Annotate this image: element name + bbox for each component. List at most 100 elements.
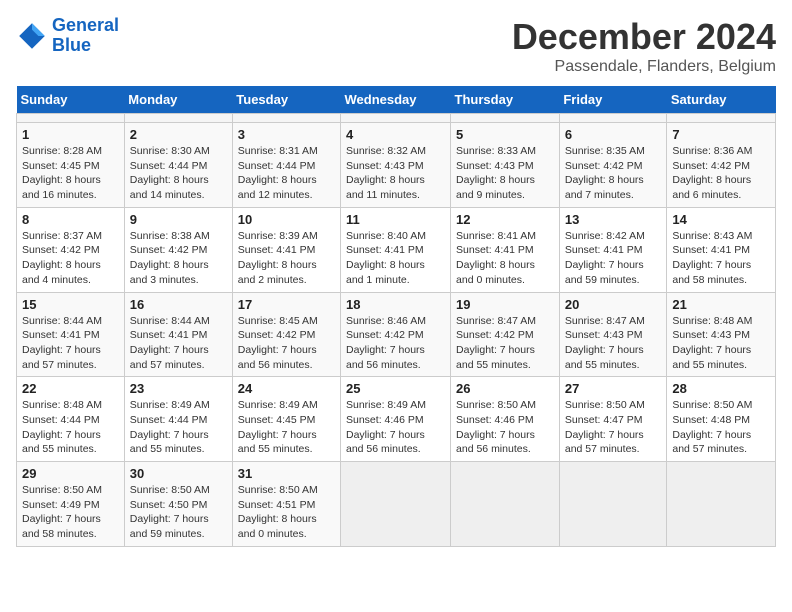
day-number: 29 [22,466,119,481]
calendar-cell: 28 Sunrise: 8:50 AM Sunset: 4:48 PM Dayli… [667,377,776,462]
column-header-monday: Monday [124,86,232,114]
calendar-cell: 31 Sunrise: 8:50 AM Sunset: 4:51 PM Dayli… [232,462,340,547]
day-info: Sunrise: 8:35 AM Sunset: 4:42 PM Dayligh… [565,144,662,203]
day-info: Sunrise: 8:50 AM Sunset: 4:50 PM Dayligh… [130,483,227,542]
column-header-friday: Friday [559,86,667,114]
calendar-cell [451,462,560,547]
calendar-header-row: SundayMondayTuesdayWednesdayThursdayFrid… [17,86,776,114]
calendar-cell: 7 Sunrise: 8:36 AM Sunset: 4:42 PM Daylig… [667,123,776,208]
day-info: Sunrise: 8:50 AM Sunset: 4:48 PM Dayligh… [672,398,770,457]
day-number: 8 [22,212,119,227]
day-number: 31 [238,466,335,481]
column-header-sunday: Sunday [17,86,125,114]
calendar-cell: 19Sunrise: 8:47 AM Sunset: 4:42 PM Dayli… [451,292,560,377]
day-info: Sunrise: 8:49 AM Sunset: 4:44 PM Dayligh… [130,398,227,457]
day-info: Sunrise: 8:49 AM Sunset: 4:46 PM Dayligh… [346,398,445,457]
day-info: Sunrise: 8:33 AM Sunset: 4:43 PM Dayligh… [456,144,554,203]
logo-line2: Blue [52,35,91,55]
calendar-cell: 12Sunrise: 8:41 AM Sunset: 4:41 PM Dayli… [451,207,560,292]
calendar-cell [341,462,451,547]
calendar-cell [17,114,125,123]
day-number: 9 [130,212,227,227]
day-number: 16 [130,297,227,312]
calendar-cell: 27Sunrise: 8:50 AM Sunset: 4:47 PM Dayli… [559,377,667,462]
calendar-cell: 14Sunrise: 8:43 AM Sunset: 4:41 PM Dayli… [667,207,776,292]
day-info: Sunrise: 8:36 AM Sunset: 4:42 PM Dayligh… [672,144,770,203]
day-number: 19 [456,297,554,312]
day-info: Sunrise: 8:44 AM Sunset: 4:41 PM Dayligh… [22,314,119,373]
day-info: Sunrise: 8:39 AM Sunset: 4:41 PM Dayligh… [238,229,335,288]
day-info: Sunrise: 8:49 AM Sunset: 4:45 PM Dayligh… [238,398,335,457]
calendar-cell: 17 Sunrise: 8:45 AM Sunset: 4:42 PM Dayli… [232,292,340,377]
logo-icon [16,20,48,52]
day-number: 11 [346,212,445,227]
calendar-cell [341,114,451,123]
calendar-week-0 [17,114,776,123]
calendar-cell: 23Sunrise: 8:49 AM Sunset: 4:44 PM Dayli… [124,377,232,462]
logo-text: General Blue [52,16,119,56]
day-info: Sunrise: 8:42 AM Sunset: 4:41 PM Dayligh… [565,229,662,288]
calendar-cell: 1Sunrise: 8:28 AM Sunset: 4:45 PM Daylig… [17,123,125,208]
day-info: Sunrise: 8:48 AM Sunset: 4:44 PM Dayligh… [22,398,119,457]
calendar-cell: 18 Sunrise: 8:46 AM Sunset: 4:42 PM Dayli… [341,292,451,377]
day-info: Sunrise: 8:31 AM Sunset: 4:44 PM Dayligh… [238,144,335,203]
day-number: 10 [238,212,335,227]
calendar-cell: 4Sunrise: 8:32 AM Sunset: 4:43 PM Daylig… [341,123,451,208]
calendar-cell [232,114,340,123]
day-number: 21 [672,297,770,312]
column-header-wednesday: Wednesday [341,86,451,114]
calendar-cell: 20 Sunrise: 8:47 AM Sunset: 4:43 PM Dayli… [559,292,667,377]
calendar-cell: 25 Sunrise: 8:49 AM Sunset: 4:46 PM Dayli… [341,377,451,462]
day-number: 7 [672,127,770,142]
day-info: Sunrise: 8:44 AM Sunset: 4:41 PM Dayligh… [130,314,227,373]
day-number: 28 [672,381,770,396]
calendar-week-2: 8Sunrise: 8:37 AM Sunset: 4:42 PM Daylig… [17,207,776,292]
calendar-table: SundayMondayTuesdayWednesdayThursdayFrid… [16,86,776,547]
calendar-cell: 8Sunrise: 8:37 AM Sunset: 4:42 PM Daylig… [17,207,125,292]
calendar-body: 1Sunrise: 8:28 AM Sunset: 4:45 PM Daylig… [17,114,776,547]
calendar-week-4: 22 Sunrise: 8:48 AM Sunset: 4:44 PM Dayli… [17,377,776,462]
calendar-cell: 13 Sunrise: 8:42 AM Sunset: 4:41 PM Dayli… [559,207,667,292]
calendar-cell: 11Sunrise: 8:40 AM Sunset: 4:41 PM Dayli… [341,207,451,292]
title-area: December 2024 Passendale, Flanders, Belg… [512,16,776,76]
day-info: Sunrise: 8:32 AM Sunset: 4:43 PM Dayligh… [346,144,445,203]
calendar-cell [559,114,667,123]
calendar-week-1: 1Sunrise: 8:28 AM Sunset: 4:45 PM Daylig… [17,123,776,208]
calendar-cell: 24Sunrise: 8:49 AM Sunset: 4:45 PM Dayli… [232,377,340,462]
day-info: Sunrise: 8:50 AM Sunset: 4:47 PM Dayligh… [565,398,662,457]
day-info: Sunrise: 8:38 AM Sunset: 4:42 PM Dayligh… [130,229,227,288]
calendar-cell [667,114,776,123]
day-number: 13 [565,212,662,227]
day-number: 17 [238,297,335,312]
calendar-cell [451,114,560,123]
day-info: Sunrise: 8:50 AM Sunset: 4:46 PM Dayligh… [456,398,554,457]
calendar-week-5: 29 Sunrise: 8:50 AM Sunset: 4:49 PM Dayli… [17,462,776,547]
day-info: Sunrise: 8:50 AM Sunset: 4:51 PM Dayligh… [238,483,335,542]
logo: General Blue [16,16,119,56]
day-number: 22 [22,381,119,396]
logo-line1: General [52,15,119,35]
day-number: 15 [22,297,119,312]
day-number: 25 [346,381,445,396]
column-header-thursday: Thursday [451,86,560,114]
day-info: Sunrise: 8:48 AM Sunset: 4:43 PM Dayligh… [672,314,770,373]
location-title: Passendale, Flanders, Belgium [512,58,776,76]
day-number: 30 [130,466,227,481]
calendar-cell: 16 Sunrise: 8:44 AM Sunset: 4:41 PM Dayli… [124,292,232,377]
day-number: 6 [565,127,662,142]
calendar-cell: 15 Sunrise: 8:44 AM Sunset: 4:41 PM Dayli… [17,292,125,377]
day-info: Sunrise: 8:50 AM Sunset: 4:49 PM Dayligh… [22,483,119,542]
calendar-cell: 5Sunrise: 8:33 AM Sunset: 4:43 PM Daylig… [451,123,560,208]
day-number: 3 [238,127,335,142]
day-info: Sunrise: 8:45 AM Sunset: 4:42 PM Dayligh… [238,314,335,373]
day-number: 20 [565,297,662,312]
calendar-cell: 10 Sunrise: 8:39 AM Sunset: 4:41 PM Dayli… [232,207,340,292]
day-info: Sunrise: 8:46 AM Sunset: 4:42 PM Dayligh… [346,314,445,373]
day-number: 18 [346,297,445,312]
calendar-cell: 26Sunrise: 8:50 AM Sunset: 4:46 PM Dayli… [451,377,560,462]
header: General Blue December 2024 Passendale, F… [16,16,776,76]
calendar-cell: 3 Sunrise: 8:31 AM Sunset: 4:44 PM Daylig… [232,123,340,208]
day-info: Sunrise: 8:47 AM Sunset: 4:43 PM Dayligh… [565,314,662,373]
column-header-saturday: Saturday [667,86,776,114]
calendar-cell: 6 Sunrise: 8:35 AM Sunset: 4:42 PM Daylig… [559,123,667,208]
